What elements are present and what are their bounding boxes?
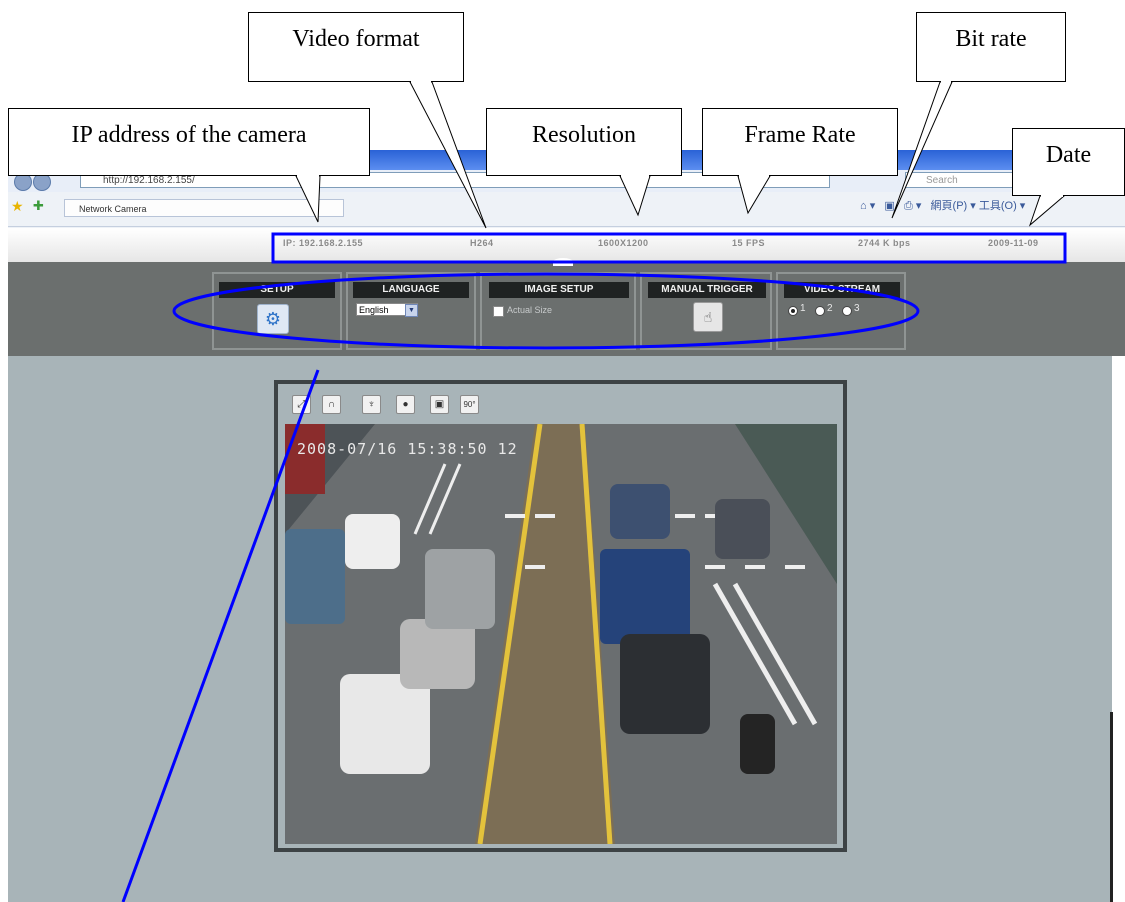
snapshot-icon[interactable]: ▣ xyxy=(430,395,449,414)
hand-pointer-icon: ☝ xyxy=(703,309,713,325)
traffic-scene: 2008-07/16 15:38:50 12 xyxy=(285,424,837,844)
rotate-90-icon[interactable]: 90° xyxy=(460,395,479,414)
microphone-icon[interactable]: ♆ xyxy=(362,395,381,414)
add-favorite-icon[interactable]: ✚ xyxy=(33,198,44,214)
callout-frame-rate: Frame Rate xyxy=(702,108,898,176)
chevron-down-icon[interactable]: ▼ xyxy=(405,304,418,317)
manual-trigger-button[interactable]: ☝ xyxy=(693,302,723,332)
fullscreen-icon[interactable]: ⤢ xyxy=(292,395,311,414)
video-timestamp: 2008-07/16 15:38:50 12 xyxy=(297,440,518,458)
bit-rate-readout: 2744 K bps xyxy=(858,238,911,248)
date-readout: 2009-11-09 xyxy=(988,238,1039,248)
search-input[interactable]: Search xyxy=(905,172,1025,188)
image-setup-header: IMAGE SETUP xyxy=(489,282,629,298)
stream-label-2: 2 xyxy=(827,303,833,314)
stream-radio-3[interactable] xyxy=(842,306,852,316)
setup-header: SETUP xyxy=(219,282,335,298)
home-icon[interactable]: ⌂ xyxy=(860,200,867,212)
stream-radio-1[interactable] xyxy=(788,306,798,316)
stream-label-3: 3 xyxy=(854,303,860,314)
ip-address-readout: IP: 192.168.2.155 xyxy=(283,238,364,248)
video-format-readout: H264 xyxy=(470,238,494,248)
callout-date: Date xyxy=(1012,128,1125,196)
language-header: LANGUAGE xyxy=(353,282,469,298)
camera-info-bar xyxy=(8,228,1125,262)
record-icon[interactable]: ● xyxy=(396,395,415,414)
viewer-edge-line xyxy=(1110,712,1113,902)
gear-icon: ⚙ xyxy=(264,309,282,329)
browser-tools-menu[interactable]: ⌂ ▾ ▣ ⎙ ▾ 網頁(P) ▾ 工具(O) ▾ xyxy=(860,197,1025,213)
resolution-readout: 1600X1200 xyxy=(598,238,649,248)
callout-bit-rate: Bit rate xyxy=(916,12,1066,82)
callout-video-format: Video format xyxy=(248,12,464,82)
actual-size-label: Actual Size xyxy=(507,305,553,315)
stream-label-1: 1 xyxy=(800,303,806,314)
manual-trigger-header: MANUAL TRIGGER xyxy=(648,282,766,298)
feed-icon[interactable]: ▣ xyxy=(884,200,894,212)
print-icon[interactable]: ⎙ xyxy=(904,200,913,212)
live-video[interactable]: 2008-07/16 15:38:50 12 xyxy=(285,424,837,844)
actual-size-checkbox[interactable] xyxy=(493,306,504,317)
callout-resolution: Resolution xyxy=(486,108,682,176)
stream-radio-2[interactable] xyxy=(815,306,825,316)
callout-ip-address: IP address of the camera xyxy=(8,108,370,176)
video-stream-header: VIDEO STREAM xyxy=(784,282,900,298)
browser-tab[interactable]: Network Camera xyxy=(64,199,344,217)
setup-button[interactable]: ⚙ xyxy=(257,304,289,334)
headphone-icon[interactable]: ∩ xyxy=(322,395,341,414)
page-tools-label[interactable]: 網頁(P) ▾ 工具(O) ▾ xyxy=(931,200,1026,212)
panel-collapse-tab[interactable] xyxy=(553,258,573,266)
favorites-star-icon[interactable]: ★ xyxy=(11,198,24,215)
frame-rate-readout: 15 FPS xyxy=(732,238,766,248)
